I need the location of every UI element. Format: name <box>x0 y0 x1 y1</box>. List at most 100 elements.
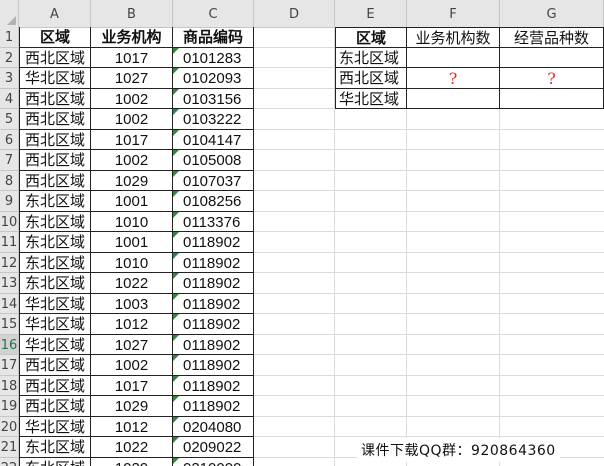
row-header-9[interactable]: 9 <box>0 191 18 212</box>
row-header-13[interactable]: 13 <box>0 273 18 294</box>
summary-header-cell[interactable]: 业务机构数 <box>407 27 500 48</box>
region-cell[interactable]: 西北区域 <box>19 88 91 109</box>
product-code-cell[interactable]: 0210000 <box>173 457 254 466</box>
region-cell[interactable]: 东北区域 <box>19 232 91 253</box>
summary-header-cell[interactable]: 经营品种数 <box>500 27 604 48</box>
row-header-14[interactable]: 14 <box>0 294 18 314</box>
product-code-cell[interactable]: 0118902 <box>173 293 254 314</box>
agency-cell[interactable]: 1027 <box>91 68 173 89</box>
region-cell[interactable]: 西北区域 <box>19 396 91 417</box>
row-header-4[interactable]: 4 <box>0 89 18 109</box>
row-header-21[interactable]: 21 <box>0 437 18 458</box>
product-code-cell[interactable]: 0118902 <box>173 396 254 417</box>
region-cell[interactable]: 东北区域 <box>19 457 91 466</box>
table-header-cell[interactable]: 区域 <box>19 27 91 48</box>
column-header-b[interactable]: B <box>91 0 173 27</box>
agency-cell[interactable]: 1002 <box>91 109 173 130</box>
row-header-5[interactable]: 5 <box>0 109 18 130</box>
row-header-11[interactable]: 11 <box>0 232 18 253</box>
column-header-f[interactable]: F <box>407 0 500 27</box>
row-header-12[interactable]: 12 <box>0 253 18 273</box>
row-header-20[interactable]: 20 <box>0 417 18 437</box>
region-cell[interactable]: 华北区域 <box>19 334 91 355</box>
product-code-cell[interactable]: 0102093 <box>173 68 254 89</box>
region-cell[interactable]: 东北区域 <box>19 273 91 294</box>
region-cell[interactable]: 西北区域 <box>19 375 91 396</box>
row-header-6[interactable]: 6 <box>0 130 18 150</box>
product-code-cell[interactable]: 0103222 <box>173 109 254 130</box>
agency-cell[interactable]: 1029 <box>91 457 173 466</box>
product-code-cell[interactable]: 0118902 <box>173 232 254 253</box>
agency-cell[interactable]: 1029 <box>91 396 173 417</box>
agency-cell[interactable]: 1002 <box>91 88 173 109</box>
region-cell[interactable]: 华北区域 <box>19 293 91 314</box>
product-code-cell[interactable]: 0118902 <box>173 273 254 294</box>
row-header-10[interactable]: 10 <box>0 212 18 232</box>
row-header-16[interactable]: 16 <box>0 334 18 355</box>
agency-count-cell[interactable]: ? <box>407 68 500 89</box>
row-header-22[interactable]: 22 <box>0 458 18 466</box>
product-code-cell[interactable]: 0118902 <box>173 334 254 355</box>
agency-cell[interactable]: 1029 <box>91 170 173 191</box>
region-cell[interactable]: 华北区域 <box>19 314 91 335</box>
row-header-15[interactable]: 15 <box>0 314 18 335</box>
select-all-corner[interactable] <box>0 0 19 27</box>
summary-region-cell[interactable]: 华北区域 <box>335 88 407 109</box>
column-header-g[interactable]: G <box>500 0 604 27</box>
product-code-cell[interactable]: 0118902 <box>173 252 254 273</box>
agency-cell[interactable]: 1002 <box>91 355 173 376</box>
row-header-2[interactable]: 2 <box>0 48 18 68</box>
agency-cell[interactable]: 1022 <box>91 437 173 458</box>
agency-cell[interactable]: 1002 <box>91 150 173 171</box>
agency-cell[interactable]: 1003 <box>91 293 173 314</box>
product-code-cell[interactable]: 0118902 <box>173 375 254 396</box>
product-count-cell[interactable] <box>500 88 604 109</box>
region-cell[interactable]: 西北区域 <box>19 355 91 376</box>
region-cell[interactable]: 东北区域 <box>19 191 91 212</box>
row-header-18[interactable]: 18 <box>0 376 18 396</box>
product-code-cell[interactable]: 0209022 <box>173 437 254 458</box>
region-cell[interactable]: 西北区域 <box>19 109 91 130</box>
row-header-3[interactable]: 3 <box>0 68 18 89</box>
column-header-e[interactable]: E <box>335 0 407 27</box>
row-header-8[interactable]: 8 <box>0 171 18 191</box>
row-header-1[interactable]: 1 <box>0 27 18 48</box>
product-code-cell[interactable]: 0107037 <box>173 170 254 191</box>
column-header-c[interactable]: C <box>173 0 254 27</box>
agency-cell[interactable]: 1010 <box>91 211 173 232</box>
table-header-cell[interactable]: 商品编码 <box>173 27 254 48</box>
summary-region-cell[interactable]: 东北区域 <box>335 47 407 68</box>
agency-cell[interactable]: 1001 <box>91 191 173 212</box>
product-count-cell[interactable] <box>500 47 604 68</box>
summary-header-cell[interactable]: 区域 <box>335 27 407 48</box>
region-cell[interactable]: 西北区域 <box>19 47 91 68</box>
agency-cell[interactable]: 1012 <box>91 416 173 437</box>
region-cell[interactable]: 东北区域 <box>19 437 91 458</box>
column-header-d[interactable]: D <box>254 0 335 27</box>
product-code-cell[interactable]: 0104147 <box>173 129 254 150</box>
row-header-17[interactable]: 17 <box>0 355 18 376</box>
region-cell[interactable]: 西北区域 <box>19 150 91 171</box>
agency-cell[interactable]: 1022 <box>91 273 173 294</box>
product-code-cell[interactable]: 0108256 <box>173 191 254 212</box>
product-code-cell[interactable]: 0101283 <box>173 47 254 68</box>
product-code-cell[interactable]: 0103156 <box>173 88 254 109</box>
product-code-cell[interactable]: 0105008 <box>173 150 254 171</box>
row-header-7[interactable]: 7 <box>0 150 18 171</box>
agency-cell[interactable]: 1017 <box>91 129 173 150</box>
region-cell[interactable]: 华北区域 <box>19 416 91 437</box>
region-cell[interactable]: 西北区域 <box>19 170 91 191</box>
product-code-cell[interactable]: 0204080 <box>173 416 254 437</box>
agency-cell[interactable]: 1027 <box>91 334 173 355</box>
product-code-cell[interactable]: 0118902 <box>173 355 254 376</box>
region-cell[interactable]: 华北区域 <box>19 68 91 89</box>
agency-cell[interactable]: 1001 <box>91 232 173 253</box>
agency-cell[interactable]: 1017 <box>91 47 173 68</box>
product-count-cell[interactable]: ? <box>500 68 604 89</box>
agency-cell[interactable]: 1012 <box>91 314 173 335</box>
region-cell[interactable]: 东北区域 <box>19 211 91 232</box>
summary-region-cell[interactable]: 西北区域 <box>335 68 407 89</box>
agency-cell[interactable]: 1017 <box>91 375 173 396</box>
product-code-cell[interactable]: 0118902 <box>173 314 254 335</box>
agency-count-cell[interactable] <box>407 88 500 109</box>
